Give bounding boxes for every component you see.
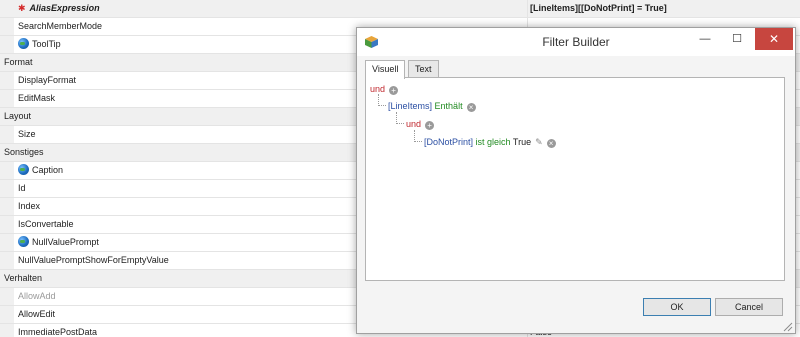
row-gutter [0, 18, 14, 35]
property-label: Format [4, 57, 33, 67]
row-gutter [0, 72, 14, 89]
row-gutter [0, 288, 14, 305]
add-condition-icon[interactable]: + [389, 86, 399, 95]
maximize-button[interactable]: ☐ [723, 28, 751, 50]
dialog-titlebar[interactable]: Filter Builder — ☐ ✕ [357, 28, 795, 56]
property-label: ImmediatePostData [18, 327, 98, 337]
add-condition-icon[interactable]: + [425, 121, 435, 130]
row-gutter [0, 90, 14, 107]
property-label: AllowEdit [18, 309, 56, 319]
property-label: NullValuePrompt [32, 237, 99, 247]
inner-group-node: und + [406, 118, 435, 130]
filter-tree-editor[interactable]: und + [LineItems] Enthält × und + [DoNotPri… [365, 77, 785, 281]
root-group-node: und + [370, 83, 399, 95]
property-label: AllowAdd [18, 291, 56, 301]
property-label: SearchMemberMode [18, 21, 103, 31]
remove-condition-icon[interactable]: × [546, 139, 556, 148]
collection-field[interactable]: [LineItems] [388, 101, 432, 111]
inner-group-operator[interactable]: und [406, 119, 421, 129]
condition-value[interactable]: True [513, 137, 531, 147]
tab-visuell[interactable]: Visuell [365, 60, 406, 79]
tree-connector [414, 141, 422, 142]
row-gutter [0, 198, 14, 215]
condition-field[interactable]: [DoNotPrint] [424, 137, 473, 147]
property-value[interactable]: [LineItems][[DoNotPrint] = True] [530, 0, 667, 17]
minimize-button[interactable]: — [691, 28, 719, 50]
row-gutter [0, 252, 14, 269]
property-label: DisplayFormat [18, 75, 77, 85]
row-gutter [0, 324, 14, 337]
row-gutter [0, 126, 14, 143]
row-gutter [0, 0, 14, 17]
resize-grip-icon[interactable] [781, 320, 793, 332]
tab-text[interactable]: Text [408, 60, 439, 78]
property-label: Size [18, 129, 36, 139]
tree-connector [396, 123, 404, 124]
filter-builder-dialog: Filter Builder — ☐ ✕ Visuell Text und + [… [356, 27, 796, 334]
collection-condition-node: [LineItems] Enthält × [388, 100, 476, 112]
tree-connector [378, 105, 386, 106]
ok-button[interactable]: OK [643, 298, 711, 316]
collection-function[interactable]: Enthält [435, 101, 463, 111]
root-group-operator[interactable]: und [370, 84, 385, 94]
row-gutter [0, 234, 14, 251]
close-button[interactable]: ✕ [755, 28, 793, 50]
row-gutter [0, 216, 14, 233]
property-label: Id [18, 183, 26, 193]
condition-node: [DoNotPrint] ist gleich True ✎ × [424, 136, 556, 148]
property-name: ✱ AliasExpression [18, 0, 528, 17]
property-label: Sonstiges [4, 147, 44, 157]
globe-icon [18, 236, 29, 247]
edit-pencil-icon[interactable]: ✎ [535, 136, 543, 148]
globe-icon [18, 164, 29, 175]
property-label: AliasExpression [29, 3, 100, 13]
row-gutter [0, 162, 14, 179]
required-asterisk-icon: ✱ [18, 3, 26, 13]
property-label: IsConvertable [18, 219, 74, 229]
cancel-button[interactable]: Cancel [715, 298, 783, 316]
property-label: ToolTip [32, 39, 61, 49]
row-gutter [0, 180, 14, 197]
property-label: EditMask [18, 93, 56, 103]
property-label: Caption [32, 165, 64, 175]
condition-operator[interactable]: ist gleich [476, 137, 511, 147]
property-label: NullValuePromptShowForEmptyValue [18, 255, 169, 265]
row-gutter [0, 36, 14, 53]
remove-condition-icon[interactable]: × [466, 103, 476, 112]
property-label: Layout [4, 111, 32, 121]
property-label: Verhalten [4, 273, 43, 283]
property-label: Index [18, 201, 41, 211]
property-row[interactable]: ✱ AliasExpression [LineItems][[DoNotPrint]… [0, 0, 800, 18]
row-gutter [0, 306, 14, 323]
globe-icon [18, 38, 29, 49]
